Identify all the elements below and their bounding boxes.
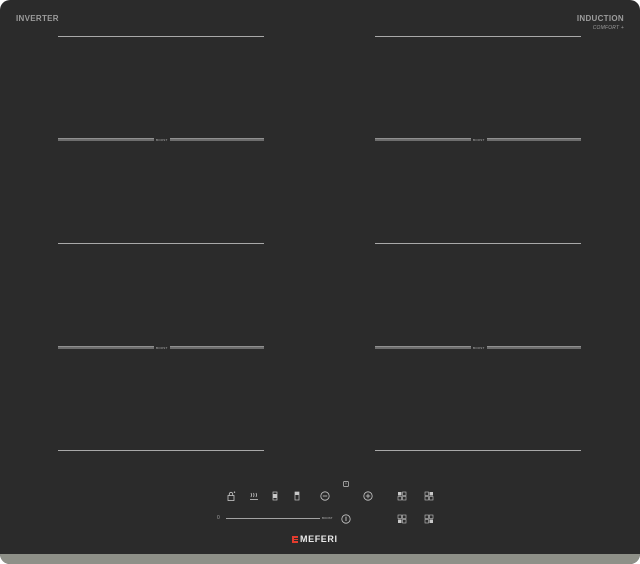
zone-right-boost-line-c [375,346,471,349]
zone-right-boost-label-b: BOOST [473,346,485,350]
zone-left-boost-line-a [58,138,154,141]
cooktop-frame-edge [0,554,640,564]
zone-select-front-right-button[interactable] [424,514,434,524]
child-lock-icon [227,491,236,501]
zone-left-boost-label-a: BOOST [156,138,168,142]
zone-select-front-left-button[interactable] [397,491,407,501]
zone-left-top-line [58,36,264,37]
logo-text: MEFERI [300,534,338,544]
minus-icon [320,491,330,501]
zone-right-button[interactable] [292,491,302,501]
zone-left-bottom-line [58,450,264,451]
zone-left-boost-label-b: BOOST [156,346,168,350]
zone-left-boost-line-c [58,346,154,349]
plus-button[interactable] [363,491,373,501]
zone-select-rear-right-icon [424,491,434,501]
timer-indicator [341,479,351,489]
power-icon [341,514,351,524]
logo-mark-icon [292,535,298,543]
zone-right-middle-line [375,243,581,244]
minus-button[interactable] [320,491,330,501]
power-slider-max-label: BOOST [322,516,333,520]
keep-warm-button[interactable] [249,491,259,501]
zone-left-icon [272,491,278,501]
zone-select-rear-left-icon [397,514,407,524]
inverter-label: INVERTER [16,14,59,23]
zone-right-boost-line-b [487,138,581,141]
zone-right-icon [294,491,300,501]
induction-cooktop: INVERTER INDUCTION COMFORT + BOOST BOOST… [0,0,640,564]
induction-title: INDUCTION [576,14,624,23]
zone-right-boost-line-d [487,346,581,349]
keep-warm-icon [250,492,258,500]
plus-icon [363,491,373,501]
zone-right-boost-line-a [375,138,471,141]
zone-right-top-line [375,36,581,37]
zone-left-middle-line [58,243,264,244]
zone-right-bottom-line [375,450,581,451]
zone-select-rear-right-button[interactable] [424,491,434,501]
power-slider-min-label: 0 [217,515,220,521]
power-button[interactable] [341,514,351,524]
comfort-subtitle: COMFORT + [592,25,624,31]
zone-left-button[interactable] [270,491,280,501]
zone-right-boost-label-a: BOOST [473,138,485,142]
zone-left-boost-line-d [170,346,264,349]
child-lock-button[interactable] [226,491,236,501]
power-slider[interactable] [226,518,320,519]
zone-left-boost-line-b [170,138,264,141]
timer-icon [343,481,349,487]
induction-label: INDUCTION COMFORT + [577,14,624,31]
brand-logo: MEFERI [292,534,338,544]
zone-select-front-left-icon [397,491,407,501]
zone-select-front-right-icon [424,514,434,524]
zone-select-rear-left-button[interactable] [397,514,407,524]
